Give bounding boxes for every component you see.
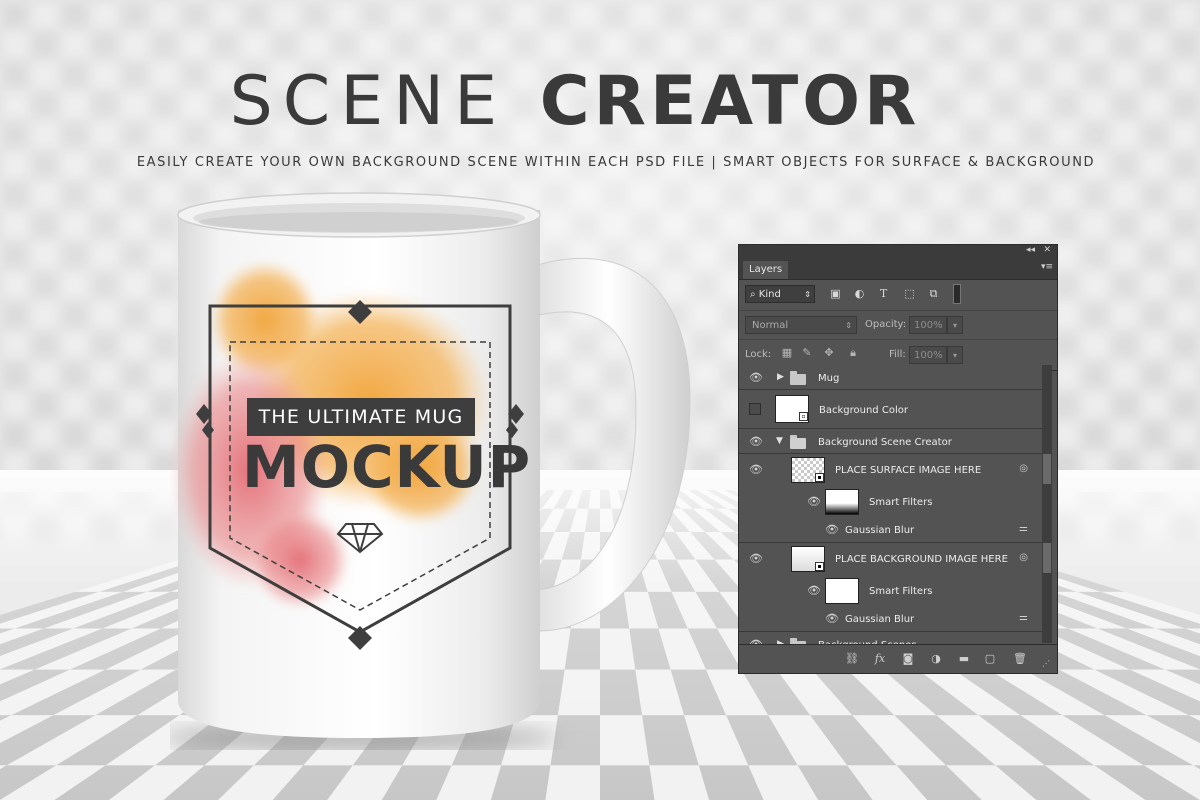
filter-toggle-switch[interactable] [953, 284, 961, 304]
expand-triangle-icon[interactable]: ▶ [777, 372, 784, 382]
new-layer-icon[interactable]: ▢ [983, 652, 997, 665]
layer-name: Background Color [819, 405, 908, 416]
layer-row-gaussian-blur-2[interactable]: 👁︎ Gaussian Blur ⚌ [739, 607, 1042, 632]
eye-icon[interactable]: 👁︎ [825, 524, 839, 536]
lock-all-icon[interactable]: 🔒︎ [847, 347, 859, 359]
panel-titlebar: ◂◂ ✕ [739, 245, 1057, 259]
title-bold-word: CREATOR [539, 62, 921, 141]
panel-menu-icon[interactable]: ▾≡ [1041, 262, 1053, 272]
new-group-icon[interactable]: ▬ [957, 652, 971, 665]
folder-icon [790, 371, 806, 385]
opacity-input[interactable]: 100% [909, 316, 947, 334]
lock-image-icon[interactable]: ✎ [801, 347, 813, 359]
search-icon: ⌕ [750, 289, 756, 300]
blend-mode-value: Normal [752, 320, 789, 331]
layer-name: Smart Filters [869, 497, 933, 508]
filter-row: ⌕ Kind ⇕ ▣ ◐ T ⬚ ⧉ [739, 280, 1057, 311]
blend-row: Normal ⇕ Opacity: 100% ▾ [739, 311, 1057, 340]
layer-name: Background Scene Creator [818, 437, 952, 448]
scrollbar-thumb[interactable] [1043, 454, 1051, 484]
layer-name: Gaussian Blur [845, 614, 915, 625]
eye-icon[interactable]: 👁︎ [807, 585, 821, 597]
add-mask-icon[interactable]: ◙ [901, 652, 915, 665]
lock-transparent-icon[interactable]: ▦ [781, 347, 793, 359]
smart-object-filter-icon[interactable]: ⧉ [927, 287, 940, 300]
layer-list: 👁︎ ▶ Mug ▫ Background Color 👁︎ ▼ Backgro… [739, 365, 1042, 652]
smart-filter-indicator-icon: ◎ [1019, 552, 1028, 563]
adjustment-layer-icon[interactable]: ◑ [929, 652, 943, 665]
layer-row-smart-filters[interactable]: 👁︎ Smart Filters [739, 486, 1042, 518]
smart-filter-indicator-icon: ◎ [1019, 463, 1028, 474]
fill-label: Fill: [889, 349, 906, 360]
open-folder-icon [790, 435, 806, 449]
fx-icon[interactable]: fx [873, 652, 887, 665]
mug-tagline: THE ULTIMATE MUG [247, 398, 475, 436]
lock-label: Lock: [745, 349, 772, 360]
fill-dropdown-icon[interactable]: ▾ [947, 346, 963, 364]
link-layers-icon[interactable]: ⛓︎ [845, 652, 859, 665]
layer-name: Mug [818, 373, 840, 384]
eye-icon[interactable]: 👁︎ [749, 436, 763, 448]
layer-row-gaussian-blur[interactable]: 👁︎ Gaussian Blur ⚌ [739, 518, 1042, 543]
filter-options-icon[interactable]: ⚌ [1019, 523, 1028, 534]
layers-bottom-toolbar: ⛓︎ fx ◙ ◑ ▬ ▢ 🗑︎ ⋰ [739, 644, 1057, 673]
layer-list-scrollbar[interactable] [1042, 365, 1052, 643]
filter-mask-thumbnail [825, 578, 859, 604]
layer-name: Smart Filters [869, 586, 933, 597]
collapse-panel-icon[interactable]: ◂◂ [1026, 245, 1035, 255]
visibility-toggle[interactable] [749, 403, 761, 415]
layer-row-background-image[interactable]: 👁︎ ▪ PLACE BACKGROUND IMAGE HERE ◎ [739, 543, 1042, 575]
layer-row-background-scene-creator[interactable]: 👁︎ ▼ Background Scene Creator [739, 429, 1042, 454]
lock-position-icon[interactable]: ✥ [823, 347, 835, 359]
delete-layer-icon[interactable]: 🗑︎ [1013, 652, 1027, 665]
eye-icon[interactable]: 👁︎ [749, 372, 763, 384]
resize-grip-icon[interactable]: ⋰ [1039, 659, 1053, 668]
smart-object-badge-icon: ▪ [815, 562, 824, 571]
adjustment-filter-icon[interactable]: ◐ [853, 287, 866, 300]
eye-icon[interactable]: 👁︎ [825, 613, 839, 625]
layer-row-smart-filters-2[interactable]: 👁︎ Smart Filters [739, 575, 1042, 607]
shape-filter-icon[interactable]: ⬚ [903, 287, 916, 300]
kind-filter-select[interactable]: ⌕ Kind ⇕ [745, 285, 815, 303]
layer-name: PLACE SURFACE IMAGE HERE [835, 465, 982, 476]
close-icon[interactable]: ✕ [1043, 245, 1051, 255]
blend-mode-select[interactable]: Normal ⇕ [745, 316, 857, 334]
smart-object-badge-icon: ▪ [815, 473, 824, 482]
eye-icon[interactable]: 👁︎ [749, 553, 763, 565]
image-filter-icon[interactable]: ▣ [829, 287, 842, 300]
panel-tabbar: Layers ▾≡ [739, 259, 1057, 280]
eye-icon[interactable]: 👁︎ [807, 496, 821, 508]
tab-layers[interactable]: Layers [743, 261, 789, 279]
opacity-label: Opacity: [865, 319, 907, 330]
collapse-triangle-icon[interactable]: ▼ [776, 436, 783, 446]
layers-panel: ◂◂ ✕ Layers ▾≡ ⌕ Kind ⇕ ▣ ◐ T ⬚ ⧉ Normal… [738, 244, 1058, 674]
select-arrows-icon: ⇕ [845, 321, 852, 330]
layer-row-surface-image[interactable]: 👁︎ ▪ PLACE SURFACE IMAGE HERE ◎ [739, 454, 1042, 486]
page-subtitle: EASILY CREATE YOUR OWN BACKGROUND SCENE … [136, 155, 1096, 170]
fill-input[interactable]: 100% [909, 346, 947, 364]
type-filter-icon[interactable]: T [877, 287, 890, 300]
opacity-dropdown-icon[interactable]: ▾ [947, 316, 963, 334]
fill-layer-badge-icon: ▫ [799, 412, 808, 421]
page-title: SCENE CREATOR [0, 62, 1150, 142]
title-light-word: SCENE [229, 62, 508, 141]
layer-name: PLACE BACKGROUND IMAGE HERE [835, 554, 1008, 565]
layer-row-background-color[interactable]: ▫ Background Color [739, 390, 1042, 429]
scrollbar-thumb-2[interactable] [1043, 543, 1051, 573]
kind-filter-label: Kind [758, 289, 781, 300]
eye-icon[interactable]: 👁︎ [749, 464, 763, 476]
filter-options-icon[interactable]: ⚌ [1019, 612, 1028, 623]
select-arrows-icon: ⇕ [804, 290, 811, 299]
layer-name: Gaussian Blur [845, 525, 915, 536]
layer-row-mug[interactable]: 👁︎ ▶ Mug [739, 365, 1042, 390]
mug-headline: MOCKUP [242, 433, 532, 501]
filter-mask-thumbnail [825, 489, 859, 515]
